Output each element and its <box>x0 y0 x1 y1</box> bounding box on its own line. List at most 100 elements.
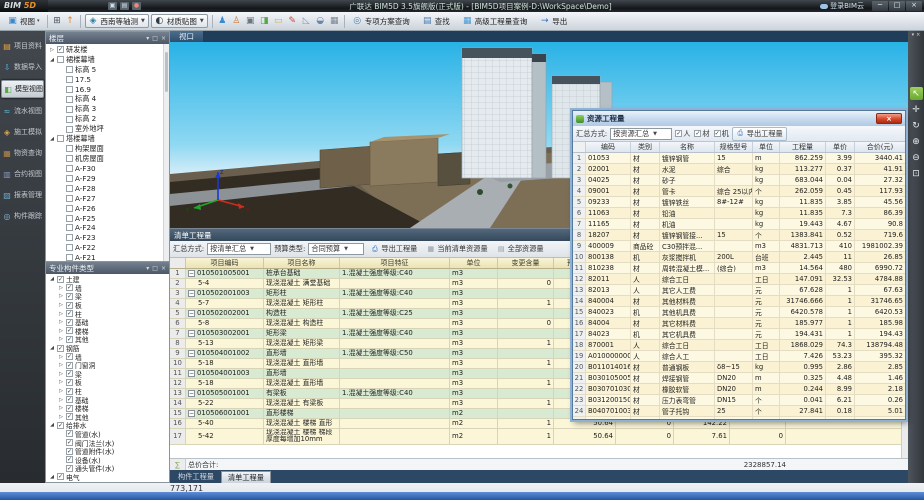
tree-item[interactable]: A-F30 <box>46 164 169 174</box>
collapse-icon[interactable]: − <box>188 310 195 317</box>
checkbox[interactable] <box>66 302 73 309</box>
tree-item[interactable]: ▷梁 <box>46 292 169 301</box>
tree-item[interactable]: ▷楼梯 <box>46 327 169 336</box>
tree-item[interactable]: 机房屋面 <box>46 154 169 164</box>
list-row[interactable]: 175-42现浇混凝土 楼梯 梯段厚度每增加10mmm2150.6407.610 <box>170 429 908 445</box>
checkbox[interactable] <box>66 336 73 343</box>
checkbox[interactable] <box>66 195 73 202</box>
expander-icon[interactable]: ▷ <box>58 371 64 377</box>
tree-item[interactable]: ▷梁 <box>46 370 169 379</box>
dialog-summary-select[interactable]: 按资源汇总▼ <box>610 128 672 140</box>
view-button[interactable]: ▣ 视图▾ <box>4 15 43 28</box>
rail-item-1[interactable]: ⇩数据导入 <box>1 59 44 75</box>
checkbox[interactable] <box>57 473 64 480</box>
render-mode-dropdown[interactable]: ◐ 材质贴图▼ <box>151 14 208 28</box>
tree-item[interactable]: 构架屋面 <box>46 144 169 154</box>
camera-icon[interactable]: ▣ <box>245 16 256 27</box>
tree-item[interactable]: ▷基础 <box>46 395 169 404</box>
checkbox[interactable] <box>66 353 73 360</box>
tree-item[interactable]: A-F24 <box>46 223 169 233</box>
resource-row[interactable]: 409001材管卡综合 25以内个262.0590.45117.93 <box>573 186 905 197</box>
checkbox[interactable] <box>57 135 64 142</box>
filter-机[interactable]: 机 <box>714 129 729 139</box>
tree-item[interactable]: A-F22 <box>46 243 169 253</box>
rail-item-5[interactable]: ▦物资查询 <box>1 145 44 161</box>
zoom-out-tool[interactable]: ⊖ <box>910 151 923 164</box>
expander-icon[interactable]: ▷ <box>58 405 64 411</box>
tree-item[interactable]: ▷门窗洞 <box>46 361 169 370</box>
select-tool[interactable]: ↖ <box>910 87 923 100</box>
checkbox[interactable] <box>57 56 64 63</box>
budget-type-select[interactable]: 合同预算▼ <box>308 243 364 255</box>
grid-3d-icon[interactable]: ▦ <box>329 16 340 27</box>
tree-item[interactable]: A-F21 <box>46 253 169 261</box>
monitor-icon[interactable]: ▣ <box>108 2 117 10</box>
float-icon[interactable]: □ <box>152 265 158 272</box>
export-quantity-button[interactable]: ⎙导出工程量 <box>367 243 420 255</box>
dialog-title-bar[interactable]: 资源工程量 × <box>573 111 905 126</box>
find-button[interactable]: ▤查找 <box>419 15 453 28</box>
expander-icon[interactable]: ▷ <box>58 354 64 360</box>
pan-tool[interactable]: ✛ <box>910 103 923 116</box>
tree-item[interactable]: 标高 2 <box>46 114 169 124</box>
resource-row[interactable]: 24B040701003材管子托钩25个27.8410.185.01 <box>573 406 905 417</box>
expander-icon[interactable]: ▷ <box>58 336 64 342</box>
display-icon[interactable]: ▤ <box>120 2 129 10</box>
current-list-resource-button[interactable]: ▦当前清单资源量 <box>423 243 490 255</box>
expander-icon[interactable]: ▷ <box>58 293 64 299</box>
expander-icon[interactable]: ▷ <box>58 362 64 368</box>
checkbox[interactable] <box>66 155 73 162</box>
tree-item[interactable]: ▷板 <box>46 301 169 310</box>
tree-item[interactable]: ◢给排水 <box>46 421 169 430</box>
tree-item[interactable]: ▷其他 <box>46 335 169 344</box>
expander-icon[interactable]: ▷ <box>58 302 64 308</box>
camera-preset-dropdown[interactable]: ◈ 西南等轴测▼ <box>85 14 149 28</box>
checkbox[interactable] <box>66 224 73 231</box>
checkbox[interactable] <box>66 86 73 93</box>
resource-row[interactable]: 9400009商品砼C30预拌混...m34831.7134101981002.… <box>573 241 905 252</box>
dialog-close-button[interactable]: × <box>876 113 902 124</box>
resource-row[interactable]: 11810238材周转混凝土模...(综合)m314.5644806990.72 <box>573 263 905 274</box>
checkbox[interactable] <box>66 254 73 261</box>
tree-item[interactable]: A-F26 <box>46 203 169 213</box>
tree-item[interactable]: 16.9 <box>46 85 169 95</box>
checkbox[interactable] <box>66 465 73 472</box>
export-button[interactable]: →导出 <box>536 15 570 28</box>
checkbox[interactable] <box>66 284 73 291</box>
all-resource-button[interactable]: ▤全部资源量 <box>494 243 547 255</box>
checkbox[interactable] <box>66 405 73 412</box>
checkbox[interactable] <box>66 145 73 152</box>
tree-item[interactable]: 17.5 <box>46 75 169 85</box>
close-button[interactable]: × <box>906 1 922 11</box>
tree-item[interactable]: A-F28 <box>46 183 169 193</box>
collapse-icon[interactable]: − <box>188 350 195 357</box>
resource-row[interactable]: 304025材砂子kg683.0440.0427.32 <box>573 175 905 186</box>
expander-icon[interactable]: ◢ <box>49 276 55 282</box>
tab-list-quantity[interactable]: 清单工程量 <box>221 471 271 483</box>
checkbox[interactable] <box>66 379 73 386</box>
checkbox[interactable] <box>675 130 682 137</box>
rail-item-0[interactable]: ▤项目资料 <box>1 38 44 54</box>
checkbox[interactable] <box>714 130 721 137</box>
checkbox[interactable] <box>66 413 73 420</box>
expander-icon[interactable]: ▷ <box>58 379 64 385</box>
collapse-icon[interactable]: − <box>188 370 195 377</box>
filter-人[interactable]: 人 <box>675 129 690 139</box>
checkbox[interactable] <box>66 96 73 103</box>
resource-row[interactable]: 509233材镀锌铁丝8#-12#kg11.8353.8545.56 <box>573 197 905 208</box>
orbit-tool[interactable]: ↻ <box>910 119 923 132</box>
checkbox[interactable] <box>66 370 73 377</box>
collapse-icon[interactable]: − <box>188 290 195 297</box>
expander-icon[interactable]: ▷ <box>58 397 64 403</box>
checkbox[interactable] <box>66 448 73 455</box>
rail-item-3[interactable]: ≈流水视图 <box>1 103 44 119</box>
maximize-button[interactable]: □ <box>889 1 905 11</box>
walk-icon[interactable]: ♟ <box>217 16 228 27</box>
tree-item[interactable]: ▷板 <box>46 378 169 387</box>
resource-row[interactable]: 711165材机油kg19.4434.6790.8 <box>573 219 905 230</box>
marker-icon[interactable]: ✎ <box>287 16 298 27</box>
expander-icon[interactable]: ▷ <box>58 328 64 334</box>
checkbox[interactable] <box>66 126 73 133</box>
checkbox[interactable] <box>66 396 73 403</box>
expander-icon[interactable]: ◢ <box>49 57 55 63</box>
